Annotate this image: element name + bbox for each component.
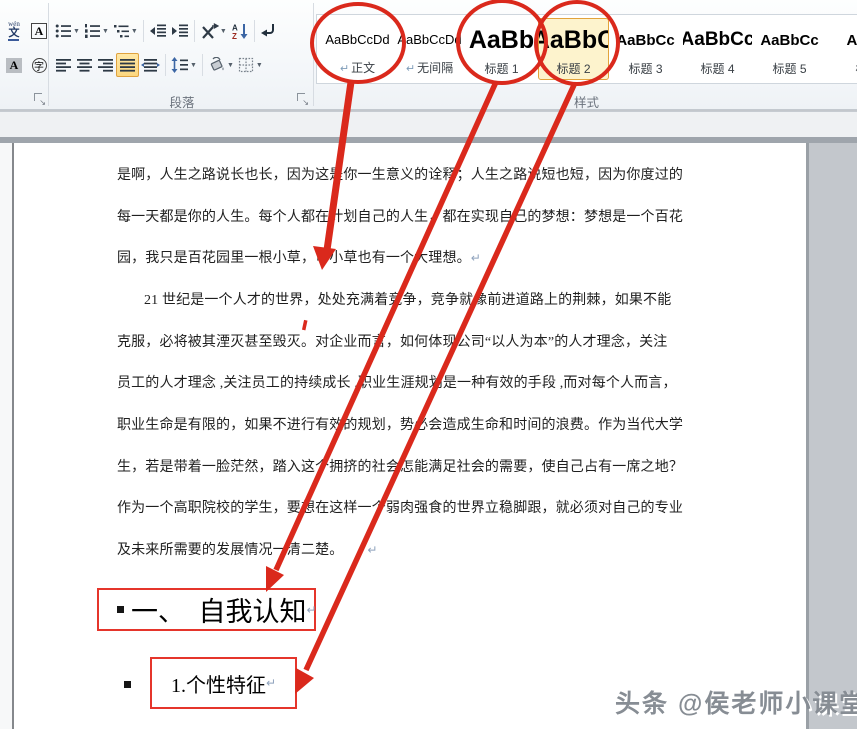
align-right-button[interactable]: [95, 53, 116, 77]
multilevel-list-icon: [113, 23, 130, 39]
sort-icon: A Z: [231, 23, 249, 40]
separator: [254, 20, 255, 42]
bullet-list-button[interactable]: ▼: [53, 19, 82, 43]
body-line[interactable]: 是啊，人生之路说长也长，因为这是你一生意义的诠释；人生之路说短也短，因为你度过的: [117, 164, 692, 184]
list-bullet: [124, 681, 131, 688]
shading-button[interactable]: ▼: [206, 53, 236, 77]
group-separator: [48, 3, 49, 106]
justify-icon: [119, 57, 136, 73]
justify-button[interactable]: [116, 53, 139, 77]
increase-indent-icon: [171, 23, 189, 39]
borders-icon: [238, 57, 255, 73]
heading2-annotation-box: 1.个性特征 ↵: [150, 657, 297, 709]
line-spacing-icon: [171, 57, 189, 73]
pilcrow-icon: ↵: [340, 63, 349, 75]
align-left-button[interactable]: [53, 53, 74, 77]
body-line[interactable]: 克服，必将被其湮灭甚至毁灭。对企业而言，如何体现公司“以人为本”的人才理念，关注: [117, 331, 692, 351]
ribbon: wén 文 A A 字 ▼ ▼ ▼: [0, 0, 857, 110]
numbered-list-icon: [84, 23, 101, 39]
separator: [202, 54, 203, 76]
phonetic-guide-icon: wén 文: [8, 21, 20, 41]
shading-bucket-icon: [208, 57, 226, 73]
body-line[interactable]: 每一天都是你的人生。每个人都在计划自己的人生，都在实现自己的梦想：梦想是一个百花: [117, 206, 692, 226]
style-heading6-partial[interactable]: AaB 标: [826, 18, 857, 80]
page-right-shadow: [806, 143, 809, 729]
paragraph-group-row1: ▼ ▼ ▼: [53, 19, 279, 43]
asian-layout-icon: [200, 23, 219, 40]
style-heading4[interactable]: AaBbCc 标题 4: [682, 18, 753, 80]
paragraph-dialog-launcher[interactable]: [297, 93, 308, 104]
numbered-list-button[interactable]: ▼: [82, 19, 111, 43]
watermark-text: 头条 @侯老师小课堂: [615, 684, 857, 720]
distribute-button[interactable]: [139, 53, 162, 77]
asian-layout-button[interactable]: ▼: [198, 19, 229, 43]
show-hide-marks-button[interactable]: [258, 19, 279, 43]
font-dialog-launcher[interactable]: [34, 93, 45, 104]
align-center-icon: [76, 57, 93, 73]
align-left-icon: [55, 57, 72, 73]
group-separator: [313, 3, 314, 106]
separator: [143, 20, 144, 42]
body-line[interactable]: 及未来所需要的发展情况一清二楚。↵: [117, 539, 692, 559]
paragraph-mark: ↵: [471, 251, 481, 265]
pilcrow-icon: ↵: [406, 63, 415, 75]
style-normal[interactable]: AaBbCcDd ↵正文: [322, 18, 393, 80]
phonetic-guide-button[interactable]: wén 文: [2, 18, 26, 44]
increase-indent-button[interactable]: [169, 19, 191, 43]
style-heading1[interactable]: AaBb 标题 1: [466, 18, 537, 80]
body-line[interactable]: 21 世纪是一个人才的世界，处处充满着竞争，竞争就像前进道路上的荆棘，如果不能: [117, 289, 692, 309]
enclose-characters-icon: 字: [32, 58, 47, 73]
style-no-spacing[interactable]: AaBbCcDd ↵无间隔: [394, 18, 465, 80]
sort-button[interactable]: A Z: [229, 19, 251, 43]
paragraph-mark: ↵: [266, 676, 276, 690]
body-line[interactable]: 作为一个高职院校的学生，要想在这样一个弱肉强食的世界立稳脚跟，就必须对自己的专业: [117, 497, 692, 517]
heading1-annotation-box: 一、 自我认知 ↵: [97, 588, 316, 631]
align-right-icon: [97, 57, 114, 73]
decrease-indent-button[interactable]: [147, 19, 169, 43]
borders-button[interactable]: ▼: [236, 53, 265, 77]
decrease-indent-icon: [149, 23, 167, 39]
window-left-gap: [0, 143, 12, 729]
body-line[interactable]: 职业生命是有限的，如果不进行有效的规划，势必会造成生命和时间的浪费。作为当代大学: [117, 414, 692, 434]
show-hide-mark-icon: [260, 23, 277, 39]
separator: [165, 54, 166, 76]
svg-text:Z: Z: [232, 32, 237, 40]
line-spacing-button[interactable]: ▼: [169, 53, 199, 77]
page-left-edge: [12, 143, 14, 729]
style-heading3[interactable]: AaBbCc 标题 3: [610, 18, 681, 80]
list-bullet: [117, 606, 124, 613]
heading2-text[interactable]: 1.个性特征: [171, 669, 266, 698]
paragraph-group-label: 段落: [53, 92, 311, 111]
separator: [194, 20, 195, 42]
styles-group-label: 样式: [316, 92, 857, 111]
document-area: 是啊，人生之路说长也长，因为这是你一生意义的诠释；人生之路说短也短，因为你度过的…: [0, 143, 857, 729]
character-shading-button[interactable]: A: [2, 52, 26, 78]
style-heading5[interactable]: AaBbCc 标题 5: [754, 18, 825, 80]
body-line[interactable]: 生，若是带着一脸茫然，踏入这个拥挤的社会怎能满足社会的需要，使自己占有一席之地？: [117, 456, 692, 476]
align-center-button[interactable]: [74, 53, 95, 77]
paragraph-mark: ↵: [367, 543, 377, 557]
distribute-icon: [141, 57, 160, 73]
body-line[interactable]: 园，我只是百花园里一根小草，可小草也有一个大理想。↵: [117, 247, 692, 267]
paragraph-group-row2: ▼ ▼ ▼: [53, 53, 265, 77]
body-line[interactable]: 员工的人才理念 ,关注员工的持续成长 ,职业生涯规划是一种有效的手段 ,而对每个…: [117, 372, 692, 392]
character-border-icon: A: [31, 23, 48, 39]
multilevel-list-button[interactable]: ▼: [111, 19, 140, 43]
styles-gallery: AaBbCcDd ↵正文 AaBbCcDd ↵无间隔 AaBb 标题 1 AaB…: [316, 14, 857, 84]
bullet-list-icon: [55, 23, 72, 39]
character-shading-icon: A: [6, 58, 23, 73]
heading1-text[interactable]: 一、 自我认知: [131, 590, 307, 629]
style-heading2[interactable]: AaBbC 标题 2: [538, 18, 609, 80]
document-page[interactable]: [13, 143, 806, 729]
ribbon-lower-strip: [0, 111, 857, 137]
paragraph-mark: ↵: [307, 603, 317, 617]
